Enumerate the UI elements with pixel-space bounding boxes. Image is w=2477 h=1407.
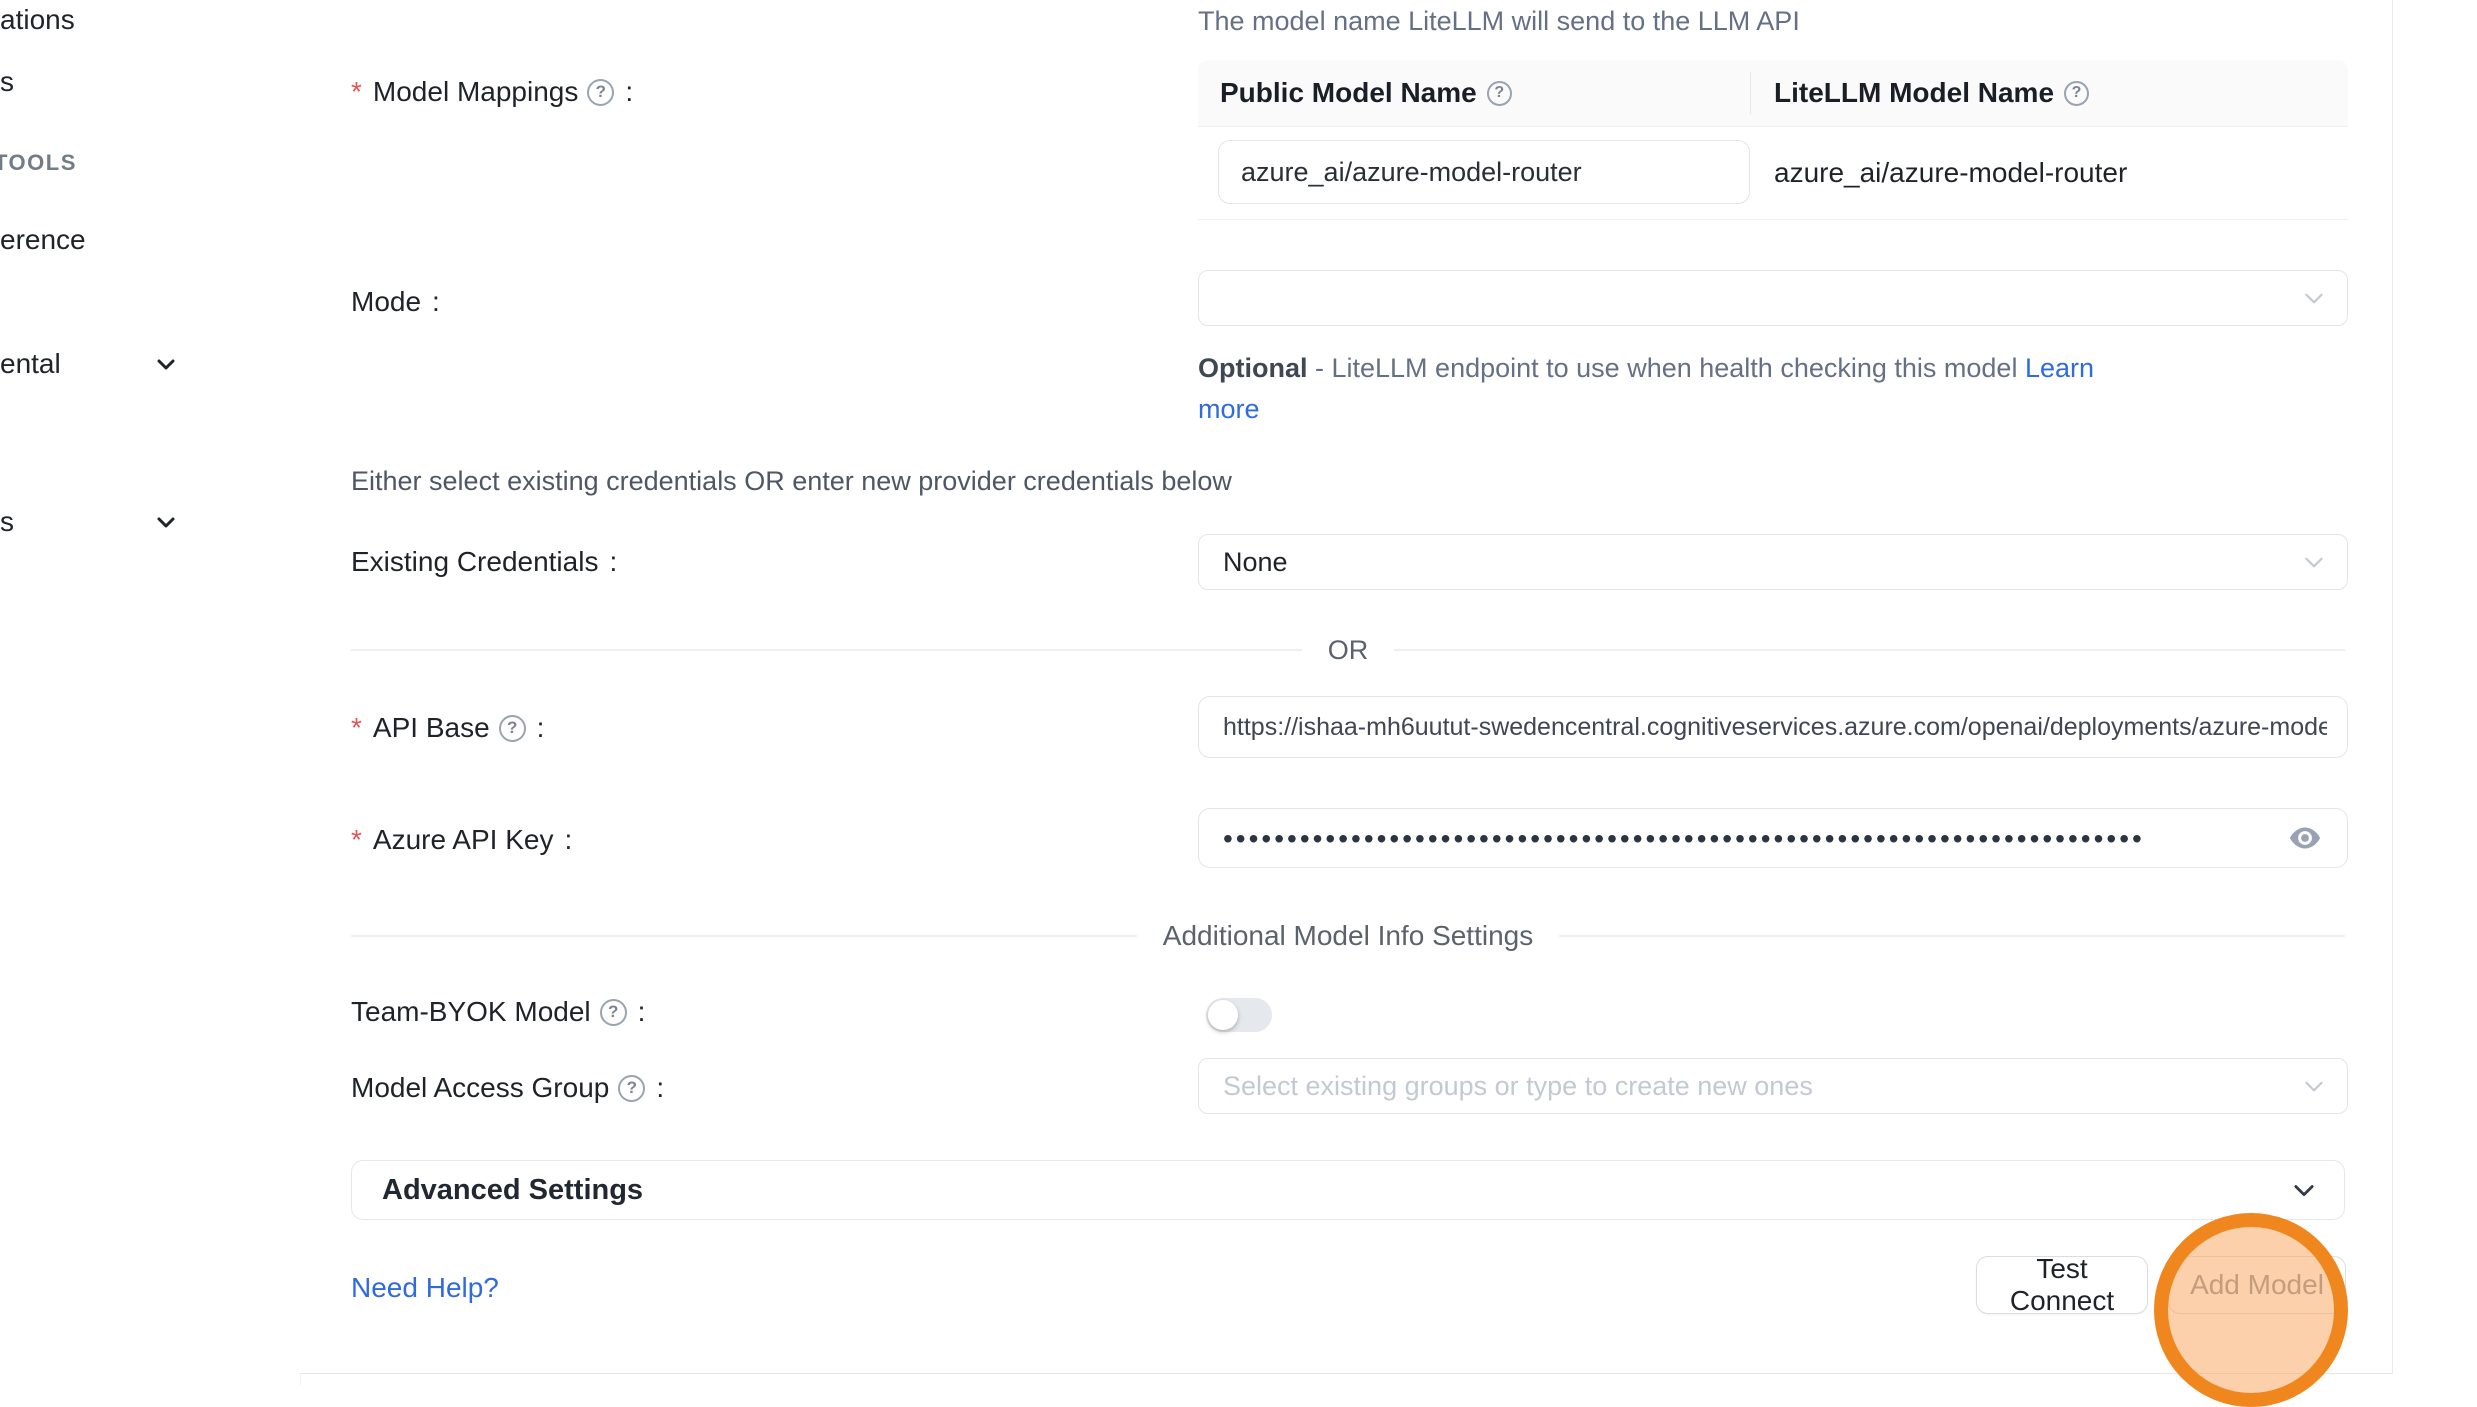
field-label-text: Existing Credentials: [351, 546, 598, 578]
model-mappings-label: * Model Mappings ? :: [351, 76, 633, 108]
help-icon[interactable]: ?: [587, 79, 614, 106]
test-connect-button[interactable]: Test Connect: [1976, 1256, 2148, 1314]
divider-line: [351, 935, 1137, 937]
sidebar-item[interactable]: erence: [0, 224, 86, 256]
field-label-text: Model Access Group: [351, 1072, 609, 1104]
mode-select[interactable]: [1198, 270, 2348, 326]
advanced-settings-panel[interactable]: Advanced Settings: [351, 1160, 2345, 1220]
chevron-down-icon: [2301, 285, 2327, 311]
api-base-label: * API Base ? :: [351, 712, 544, 744]
advanced-settings-title: Advanced Settings: [382, 1174, 2290, 1207]
existing-credentials-select[interactable]: None: [1198, 534, 2348, 590]
select-placeholder: Select existing groups or type to create…: [1223, 1071, 1813, 1102]
sidebar-section-label: TOOLS: [0, 150, 77, 176]
sidebar-item[interactable]: s: [0, 66, 14, 98]
divider-text: OR: [1328, 635, 1369, 666]
label-colon: :: [609, 546, 617, 578]
label-colon: :: [656, 1072, 664, 1104]
toggle-knob: [1208, 1000, 1238, 1030]
additional-settings-divider: Additional Model Info Settings: [351, 912, 2345, 960]
label-colon: :: [625, 76, 633, 108]
help-icon[interactable]: ?: [618, 1075, 645, 1102]
sidebar-item[interactable]: ental: [0, 348, 61, 380]
column-divider: [1750, 72, 1751, 114]
chevron-down-icon: [154, 510, 178, 534]
add-model-button[interactable]: Add Model: [2168, 1256, 2346, 1314]
learn-more-word: Learn: [2025, 353, 2094, 383]
optional-bold: Optional: [1198, 353, 1308, 383]
divider-line: [1394, 649, 2345, 651]
help-icon[interactable]: ?: [600, 999, 627, 1026]
required-asterisk: *: [351, 824, 362, 856]
divider-line: [1559, 935, 2345, 937]
table-row: azure_ai/azure-model-router: [1198, 127, 2348, 220]
team-byok-toggle[interactable]: [1206, 998, 1272, 1032]
field-label-text: Team-BYOK Model: [351, 996, 591, 1028]
model-name-hint: The model name LiteLLM will send to the …: [1198, 6, 1800, 37]
mode-label: Mode :: [351, 286, 440, 318]
sidebar: ations s TOOLS erence ental s: [0, 0, 301, 1385]
divider-line: [351, 649, 1302, 651]
azure-api-key-label: * Azure API Key :: [351, 824, 572, 856]
chevron-down-icon: [2290, 1176, 2318, 1204]
model-access-group-select[interactable]: Select existing groups or type to create…: [1198, 1058, 2348, 1114]
label-colon: :: [564, 824, 572, 856]
litellm-model-name-value: azure_ai/azure-model-router: [1774, 127, 2127, 219]
model-access-group-label: Model Access Group ? :: [351, 1072, 664, 1104]
form-panel: The model name LiteLLM will send to the …: [300, 0, 2393, 1374]
need-help-link[interactable]: Need Help?: [351, 1272, 499, 1304]
masked-api-key: ••••••••••••••••••••••••••••••••••••••••…: [1223, 809, 2271, 869]
eye-icon[interactable]: [2287, 820, 2323, 856]
help-icon[interactable]: ?: [499, 715, 526, 742]
required-asterisk: *: [351, 76, 362, 108]
column-title: Public Model Name: [1220, 77, 1477, 109]
divider-text: Additional Model Info Settings: [1163, 920, 1533, 952]
mode-help-text: Optional - LiteLLM endpoint to use when …: [1198, 348, 2398, 430]
mode-help-rest: - LiteLLM endpoint to use when health ch…: [1308, 353, 2025, 383]
or-divider: OR: [351, 626, 2345, 674]
learn-more-word: more: [1198, 394, 1260, 424]
help-icon[interactable]: ?: [1487, 81, 1512, 106]
column-title: LiteLLM Model Name: [1774, 77, 2054, 109]
api-base-input[interactable]: [1198, 696, 2348, 758]
chevron-down-icon: [2301, 549, 2327, 575]
field-label-text: Model Mappings: [373, 76, 578, 108]
field-label-text: Azure API Key: [373, 824, 554, 856]
label-colon: :: [638, 996, 646, 1028]
sidebar-item[interactable]: ations: [0, 4, 75, 36]
existing-credentials-label: Existing Credentials :: [351, 546, 617, 578]
team-byok-label: Team-BYOK Model ? :: [351, 996, 645, 1028]
azure-api-key-input[interactable]: ••••••••••••••••••••••••••••••••••••••••…: [1198, 808, 2348, 868]
label-colon: :: [537, 712, 545, 744]
table-header: Public Model Name ? LiteLLM Model Name ?: [1198, 60, 2348, 127]
required-asterisk: *: [351, 712, 362, 744]
sidebar-item[interactable]: s: [0, 506, 14, 538]
chevron-down-icon: [2301, 1073, 2327, 1099]
model-mappings-table: Public Model Name ? LiteLLM Model Name ?…: [1198, 60, 2348, 220]
credentials-note: Either select existing credentials OR en…: [351, 466, 1232, 497]
help-icon[interactable]: ?: [2064, 81, 2089, 106]
public-model-name-input[interactable]: [1218, 140, 1750, 204]
field-label-text: Mode: [351, 286, 421, 318]
table-header-public-model-name: Public Model Name ?: [1220, 60, 1512, 126]
select-value: None: [1223, 547, 1288, 578]
table-header-litellm-model-name: LiteLLM Model Name ?: [1774, 60, 2089, 126]
label-colon: :: [432, 286, 440, 318]
field-label-text: API Base: [373, 712, 490, 744]
chevron-down-icon: [154, 352, 178, 376]
